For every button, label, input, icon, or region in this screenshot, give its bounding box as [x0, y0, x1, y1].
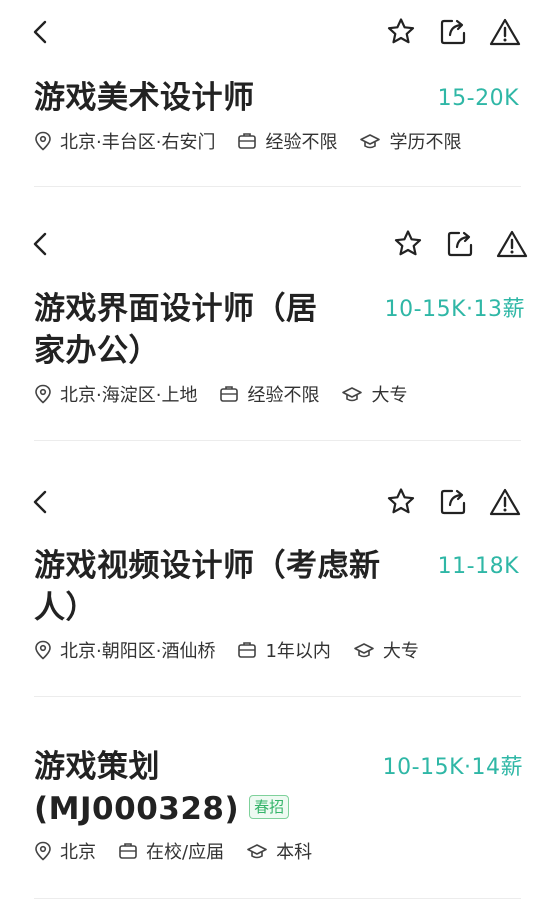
warning-icon[interactable] — [487, 484, 523, 520]
warning-icon[interactable] — [487, 14, 523, 50]
education-text: 大专 — [371, 385, 408, 406]
divider — [34, 186, 521, 187]
location-pin-icon — [35, 841, 51, 861]
divider — [34, 696, 521, 697]
experience: 经验不限 — [219, 381, 319, 407]
graduation-cap-icon — [360, 134, 381, 149]
education: 大专 — [353, 637, 419, 663]
experience-text: 经验不限 — [265, 132, 338, 153]
experience-text: 在校/应届 — [146, 842, 225, 863]
education-text: 学历不限 — [389, 132, 462, 153]
job-meta: 北京 在校/应届 本科 — [34, 838, 334, 864]
location: 北京 — [34, 838, 96, 864]
back-arrow-icon[interactable] — [22, 14, 58, 50]
education: 学历不限 — [359, 128, 461, 154]
salary: 15-20K — [437, 86, 519, 111]
experience-text: 经验不限 — [247, 385, 320, 406]
briefcase-icon — [238, 133, 257, 149]
job-meta: 北京·丰台区·右安门 经验不限 学历不限 — [34, 128, 483, 154]
education: 本科 — [246, 838, 312, 864]
share-icon[interactable] — [442, 226, 478, 262]
graduation-cap-icon — [247, 844, 267, 859]
briefcase-icon — [119, 843, 137, 859]
location-text: 北京·海淀区·上地 — [60, 385, 198, 406]
job-title[interactable]: 游戏视频设计师（考虑新 人） — [34, 545, 381, 629]
salary: 10-15K·14薪 — [382, 755, 523, 780]
location-text: 北京·朝阳区·酒仙桥 — [60, 641, 216, 662]
location-pin-icon — [35, 131, 51, 151]
top-bar-1 — [0, 14, 549, 50]
location: 北京·海淀区·上地 — [34, 381, 197, 407]
job-title[interactable]: 游戏策划 (MJ000328) 春招 — [34, 746, 290, 830]
location-pin-icon — [35, 640, 51, 660]
back-arrow-icon[interactable] — [22, 484, 58, 520]
share-icon[interactable] — [435, 484, 471, 520]
briefcase-icon — [220, 386, 239, 402]
experience: 1年以内 — [237, 637, 331, 663]
experience: 在校/应届 — [118, 838, 224, 864]
education: 大专 — [341, 381, 407, 407]
experience-text: 1年以内 — [265, 641, 331, 662]
job-title[interactable]: 游戏美术设计师 — [34, 77, 255, 119]
education-text: 本科 — [276, 842, 313, 863]
back-arrow-icon[interactable] — [22, 226, 58, 262]
top-bar-2 — [0, 226, 549, 262]
top-bar-3 — [0, 484, 549, 520]
location: 北京·丰台区·右安门 — [34, 128, 215, 154]
briefcase-icon — [238, 642, 257, 658]
job-title[interactable]: 游戏界面设计师（居 家办公） — [34, 288, 318, 372]
location: 北京·朝阳区·酒仙桥 — [34, 637, 215, 663]
divider — [34, 440, 521, 441]
job-meta: 北京·海淀区·上地 经验不限 大专 — [34, 381, 429, 407]
share-icon[interactable] — [435, 14, 471, 50]
warning-icon[interactable] — [494, 226, 530, 262]
spring-recruit-tag: 春招 — [249, 794, 290, 819]
star-icon[interactable] — [390, 226, 426, 262]
star-icon[interactable] — [383, 484, 419, 520]
experience: 经验不限 — [237, 128, 337, 154]
star-icon[interactable] — [383, 14, 419, 50]
salary: 10-15K·13薪 — [384, 297, 525, 322]
salary: 11-18K — [437, 554, 519, 579]
location-text: 北京 — [60, 842, 96, 863]
location-pin-icon — [35, 384, 51, 404]
job-meta: 北京·朝阳区·酒仙桥 1年以内 大专 — [34, 637, 441, 663]
graduation-cap-icon — [354, 643, 374, 658]
divider — [34, 898, 521, 899]
location-text: 北京·丰台区·右安门 — [60, 132, 216, 153]
education-text: 大专 — [382, 641, 419, 662]
graduation-cap-icon — [342, 387, 363, 402]
